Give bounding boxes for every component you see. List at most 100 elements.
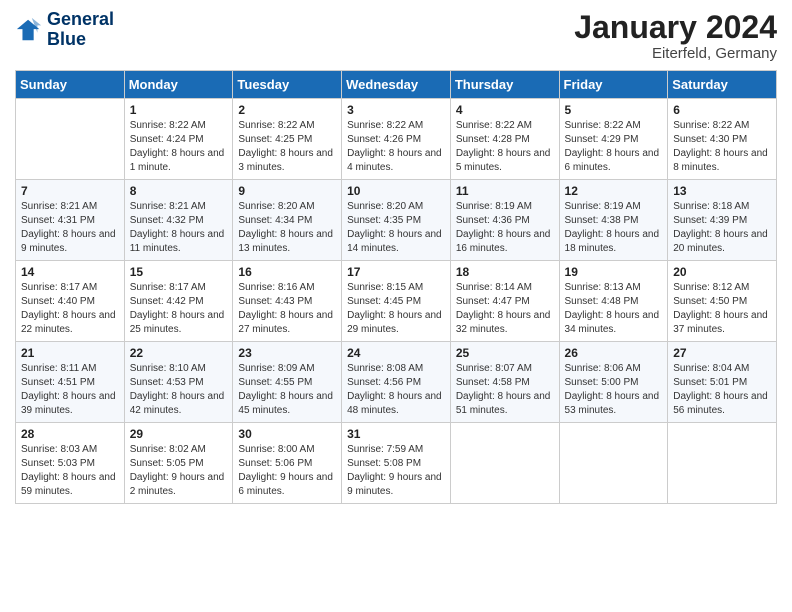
day-number: 30 xyxy=(238,427,336,441)
day-number: 23 xyxy=(238,346,336,360)
day-number: 2 xyxy=(238,103,336,117)
day-number: 15 xyxy=(130,265,228,279)
header: General Blue January 2024 Eiterfeld, Ger… xyxy=(15,10,777,62)
calendar-cell: 5Sunrise: 8:22 AMSunset: 4:29 PMDaylight… xyxy=(559,99,668,180)
day-detail: Sunrise: 8:17 AMSunset: 4:42 PMDaylight:… xyxy=(130,281,228,337)
day-detail: Sunrise: 8:22 AMSunset: 4:24 PMDaylight:… xyxy=(130,119,228,175)
col-friday: Friday xyxy=(559,71,668,99)
calendar-cell: 18 Sunrise: 8:14 AMSunset: 4:47 PMDayligh… xyxy=(450,261,559,342)
day-number: 25 xyxy=(456,346,554,360)
day-number: 14 xyxy=(21,265,119,279)
calendar-cell: 6 Sunrise: 8:22 AMSunset: 4:30 PMDaylight… xyxy=(668,99,777,180)
logo-text: General Blue xyxy=(47,10,114,50)
title-block: January 2024 Eiterfeld, Germany xyxy=(574,10,777,62)
col-tuesday: Tuesday xyxy=(233,71,342,99)
day-detail: Sunrise: 8:15 AMSunset: 4:45 PMDaylight:… xyxy=(347,281,445,337)
day-number: 24 xyxy=(347,346,445,360)
logo-line2: Blue xyxy=(47,30,114,50)
day-number: 1 xyxy=(130,103,228,117)
day-detail: Sunrise: 8:22 AMSunset: 4:29 PMDaylight:… xyxy=(565,119,663,175)
day-number: 17 xyxy=(347,265,445,279)
calendar-cell: 8Sunrise: 8:21 AMSunset: 4:32 PMDaylight… xyxy=(124,180,233,261)
day-detail: Sunrise: 8:06 AMSunset: 5:00 PMDaylight:… xyxy=(565,362,663,418)
day-number: 31 xyxy=(347,427,445,441)
calendar-cell: 2 Sunrise: 8:22 AMSunset: 4:25 PMDaylight… xyxy=(233,99,342,180)
calendar-cell: 11Sunrise: 8:19 AMSunset: 4:36 PMDayligh… xyxy=(450,180,559,261)
page: General Blue January 2024 Eiterfeld, Ger… xyxy=(0,0,792,612)
calendar-cell: 28 Sunrise: 8:03 AMSunset: 5:03 PMDayligh… xyxy=(16,423,125,504)
day-detail: Sunrise: 8:09 AMSunset: 4:55 PMDaylight:… xyxy=(238,362,336,418)
calendar-cell: 17 Sunrise: 8:15 AMSunset: 4:45 PMDayligh… xyxy=(342,261,451,342)
day-number: 16 xyxy=(238,265,336,279)
day-detail: Sunrise: 8:22 AMSunset: 4:28 PMDaylight:… xyxy=(456,119,554,175)
day-detail: Sunrise: 8:22 AMSunset: 4:26 PMDaylight:… xyxy=(347,119,445,175)
day-detail: Sunrise: 8:21 AMSunset: 4:31 PMDaylight:… xyxy=(21,200,119,256)
calendar-cell: 29 Sunrise: 8:02 AMSunset: 5:05 PMDayligh… xyxy=(124,423,233,504)
day-detail: Sunrise: 8:12 AMSunset: 4:50 PMDaylight:… xyxy=(673,281,771,337)
day-detail: Sunrise: 8:14 AMSunset: 4:47 PMDaylight:… xyxy=(456,281,554,337)
day-number: 22 xyxy=(130,346,228,360)
logo-line1: General xyxy=(47,10,114,30)
calendar-cell xyxy=(668,423,777,504)
day-number: 19 xyxy=(565,265,663,279)
day-number: 29 xyxy=(130,427,228,441)
day-detail: Sunrise: 8:16 AMSunset: 4:43 PMDaylight:… xyxy=(238,281,336,337)
calendar-cell xyxy=(559,423,668,504)
calendar-table: Sunday Monday Tuesday Wednesday Thursday… xyxy=(15,70,777,504)
day-number: 21 xyxy=(21,346,119,360)
calendar-cell: 1 Sunrise: 8:22 AMSunset: 4:24 PMDaylight… xyxy=(124,99,233,180)
calendar-cell: 19 Sunrise: 8:13 AMSunset: 4:48 PMDayligh… xyxy=(559,261,668,342)
day-detail: Sunrise: 8:20 AMSunset: 4:35 PMDaylight:… xyxy=(347,200,445,256)
day-detail: Sunrise: 8:13 AMSunset: 4:48 PMDaylight:… xyxy=(565,281,663,337)
day-detail: Sunrise: 8:03 AMSunset: 5:03 PMDaylight:… xyxy=(21,443,119,499)
col-wednesday: Wednesday xyxy=(342,71,451,99)
calendar-cell: 7 Sunrise: 8:21 AMSunset: 4:31 PMDaylight… xyxy=(16,180,125,261)
day-number: 18 xyxy=(456,265,554,279)
calendar-cell: 16 Sunrise: 8:16 AMSunset: 4:43 PMDayligh… xyxy=(233,261,342,342)
day-detail: Sunrise: 8:19 AMSunset: 4:38 PMDaylight:… xyxy=(565,200,663,256)
day-number: 13 xyxy=(673,184,771,198)
day-detail: Sunrise: 8:10 AMSunset: 4:53 PMDaylight:… xyxy=(130,362,228,418)
day-number: 27 xyxy=(673,346,771,360)
day-number: 3 xyxy=(347,103,445,117)
calendar-week-row: 14Sunrise: 8:17 AMSunset: 4:40 PMDayligh… xyxy=(16,261,777,342)
day-number: 20 xyxy=(673,265,771,279)
calendar-cell: 15 Sunrise: 8:17 AMSunset: 4:42 PMDayligh… xyxy=(124,261,233,342)
day-number: 7 xyxy=(21,184,119,198)
calendar-cell: 3 Sunrise: 8:22 AMSunset: 4:26 PMDaylight… xyxy=(342,99,451,180)
day-number: 4 xyxy=(456,103,554,117)
calendar-cell: 25Sunrise: 8:07 AMSunset: 4:58 PMDayligh… xyxy=(450,342,559,423)
calendar-week-row: 21Sunrise: 8:11 AMSunset: 4:51 PMDayligh… xyxy=(16,342,777,423)
day-number: 11 xyxy=(456,184,554,198)
calendar-cell: 12 Sunrise: 8:19 AMSunset: 4:38 PMDayligh… xyxy=(559,180,668,261)
day-detail: Sunrise: 8:20 AMSunset: 4:34 PMDaylight:… xyxy=(238,200,336,256)
calendar-cell: 30 Sunrise: 8:00 AMSunset: 5:06 PMDayligh… xyxy=(233,423,342,504)
day-number: 8 xyxy=(130,184,228,198)
calendar-cell: 14Sunrise: 8:17 AMSunset: 4:40 PMDayligh… xyxy=(16,261,125,342)
col-thursday: Thursday xyxy=(450,71,559,99)
calendar-cell: 9Sunrise: 8:20 AMSunset: 4:34 PMDaylight… xyxy=(233,180,342,261)
calendar-cell: 22 Sunrise: 8:10 AMSunset: 4:53 PMDayligh… xyxy=(124,342,233,423)
calendar-cell: 21Sunrise: 8:11 AMSunset: 4:51 PMDayligh… xyxy=(16,342,125,423)
logo-icon xyxy=(15,16,43,44)
col-sunday: Sunday xyxy=(16,71,125,99)
calendar-cell: 31 Sunrise: 7:59 AMSunset: 5:08 PMDayligh… xyxy=(342,423,451,504)
day-detail: Sunrise: 8:02 AMSunset: 5:05 PMDaylight:… xyxy=(130,443,228,499)
day-number: 26 xyxy=(565,346,663,360)
calendar-cell: 23 Sunrise: 8:09 AMSunset: 4:55 PMDayligh… xyxy=(233,342,342,423)
calendar-title: January 2024 xyxy=(574,10,777,45)
day-detail: Sunrise: 8:22 AMSunset: 4:30 PMDaylight:… xyxy=(673,119,771,175)
day-number: 12 xyxy=(565,184,663,198)
day-detail: Sunrise: 8:00 AMSunset: 5:06 PMDaylight:… xyxy=(238,443,336,499)
day-detail: Sunrise: 7:59 AMSunset: 5:08 PMDaylight:… xyxy=(347,443,445,499)
day-number: 28 xyxy=(21,427,119,441)
logo: General Blue xyxy=(15,10,114,50)
day-detail: Sunrise: 8:22 AMSunset: 4:25 PMDaylight:… xyxy=(238,119,336,175)
calendar-cell xyxy=(450,423,559,504)
calendar-week-row: 1 Sunrise: 8:22 AMSunset: 4:24 PMDaylight… xyxy=(16,99,777,180)
day-detail: Sunrise: 8:04 AMSunset: 5:01 PMDaylight:… xyxy=(673,362,771,418)
calendar-week-row: 28 Sunrise: 8:03 AMSunset: 5:03 PMDayligh… xyxy=(16,423,777,504)
col-monday: Monday xyxy=(124,71,233,99)
calendar-cell: 24Sunrise: 8:08 AMSunset: 4:56 PMDayligh… xyxy=(342,342,451,423)
day-number: 6 xyxy=(673,103,771,117)
